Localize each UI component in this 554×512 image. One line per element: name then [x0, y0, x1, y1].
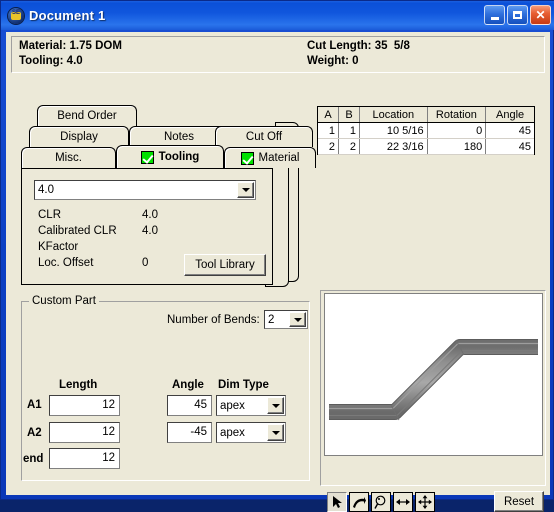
tool-library-button[interactable]: Tool Library	[184, 254, 266, 276]
dim-type-select-a2[interactable]: apex	[216, 422, 286, 443]
number-of-bends-label: Number of Bends:	[167, 314, 260, 326]
minimize-button[interactable]	[484, 5, 505, 25]
application-window: Document 1 ✕ Material: 1.75 DOM Tooling:…	[0, 0, 554, 512]
custom-part-legend: Custom Part	[29, 295, 99, 307]
client-area: Material: 1.75 DOM Tooling: 4.0 Cut Leng…	[6, 32, 550, 512]
cell-angle[interactable]: 45	[485, 138, 534, 155]
table-header-row: A B Location Rotation Angle	[318, 107, 534, 123]
tool-select[interactable]: 4.0	[34, 180, 256, 200]
length-input-a2[interactable]: 12	[49, 422, 120, 443]
col-header-b[interactable]: B	[338, 107, 360, 123]
fit-width-icon[interactable]	[393, 492, 413, 512]
row-label-a1: A1	[27, 399, 42, 411]
row-label-a2: A2	[27, 427, 42, 439]
bend-grid[interactable]: A B Location Rotation Angle 1 1 10 5/16 …	[317, 106, 535, 155]
material-label: Material: 1.75 DOM	[19, 40, 122, 52]
table-row[interactable]: 1 1 10 5/16 0 45	[318, 122, 534, 139]
check-icon	[240, 151, 254, 165]
tool-select-value: 4.0	[38, 184, 54, 196]
close-button[interactable]: ✕	[530, 5, 551, 25]
chevron-down-icon[interactable]	[289, 312, 306, 327]
bend-table: A B Location Rotation Angle 1 1 10 5/16 …	[318, 107, 534, 155]
tooling-label: Tooling: 4.0	[19, 55, 83, 67]
tab-label: Cut Off	[245, 131, 283, 143]
cut-length-label: Cut Length: 35 5/8	[307, 40, 410, 52]
tab-label: Misc.	[55, 152, 82, 164]
col-header-rotation[interactable]: Rotation	[427, 107, 487, 123]
tab-label: Bend Order	[57, 110, 117, 122]
cell-angle[interactable]: 45	[485, 122, 534, 139]
pan-move-icon[interactable]	[415, 492, 435, 512]
cell-a[interactable]: 2	[318, 138, 339, 155]
title-bar: Document 1 ✕	[1, 1, 554, 30]
dim-type-value-a2: apex	[220, 426, 245, 439]
zoom-magnifier-icon[interactable]	[371, 492, 391, 512]
length-column-header: Length	[59, 379, 98, 391]
chevron-down-icon[interactable]	[267, 424, 284, 441]
row-label-end: end	[23, 453, 44, 465]
loc-offset-value: 0	[142, 257, 149, 269]
number-of-bends-select[interactable]: 2	[264, 310, 308, 329]
part-drawing	[329, 339, 538, 421]
window-buttons: ✕	[484, 5, 551, 25]
tab-cut-off[interactable]: Cut Off	[215, 126, 313, 147]
tab-label: Display	[60, 131, 98, 143]
app-icon	[8, 7, 24, 24]
maximize-button[interactable]	[507, 5, 528, 25]
rotate-icon[interactable]	[349, 492, 369, 512]
tab-bend-order[interactable]: Bend Order	[37, 105, 137, 126]
weight-label: Weight: 0	[307, 55, 359, 67]
check-icon	[140, 150, 154, 164]
summary-panel: Material: 1.75 DOM Tooling: 4.0 Cut Leng…	[11, 36, 545, 73]
dim-type-value-a1: apex	[220, 399, 245, 412]
tab-display[interactable]: Display	[29, 126, 129, 147]
part-preview-canvas[interactable]	[324, 293, 543, 456]
tab-label: Tooling	[158, 151, 200, 163]
length-input-end[interactable]: 12	[49, 448, 120, 469]
cell-rotation[interactable]: 180	[427, 138, 487, 155]
clr-value: 4.0	[142, 209, 158, 221]
cell-rotation[interactable]: 0	[427, 122, 487, 139]
reset-button[interactable]: Reset	[494, 491, 544, 512]
cell-location[interactable]: 10 5/16	[359, 122, 428, 139]
tab-material[interactable]: Material	[224, 147, 316, 168]
select-arrow-icon[interactable]	[327, 492, 347, 512]
table-row[interactable]: 2 2 22 3/16 180 45	[318, 138, 534, 155]
loc-offset-label: Loc. Offset	[38, 257, 94, 269]
tooling-panel: 4.0 CLR 4.0 Calibrated CLR 4.0 KFactor L…	[21, 168, 273, 285]
tab-misc[interactable]: Misc.	[21, 147, 116, 168]
col-header-a[interactable]: A	[318, 107, 339, 123]
dim-type-column-header: Dim Type	[218, 379, 269, 391]
number-of-bends-value: 2	[268, 313, 275, 326]
chevron-down-icon[interactable]	[237, 182, 254, 198]
calibrated-clr-value: 4.0	[142, 225, 158, 237]
tab-label: Material	[258, 152, 300, 164]
angle-input-a1[interactable]: 45	[167, 395, 212, 416]
clr-label: CLR	[38, 209, 62, 221]
window-title: Document 1	[29, 8, 106, 23]
tube-path	[329, 339, 538, 421]
cell-b[interactable]: 2	[338, 138, 360, 155]
cell-a[interactable]: 1	[318, 122, 339, 139]
tab-label: Notes	[163, 131, 195, 143]
cell-b[interactable]: 1	[338, 122, 360, 139]
chevron-down-icon[interactable]	[267, 397, 284, 414]
preview-toolbar	[327, 492, 435, 512]
tab-tooling[interactable]: Tooling	[116, 145, 224, 168]
tab-notes[interactable]: Notes	[129, 126, 229, 147]
kfactor-label: KFactor	[38, 241, 79, 253]
col-header-angle[interactable]: Angle	[485, 107, 534, 123]
length-input-a1[interactable]: 12	[49, 395, 120, 416]
angle-input-a2[interactable]: -45	[167, 422, 212, 443]
angle-column-header: Angle	[172, 379, 204, 391]
col-header-location[interactable]: Location	[359, 107, 428, 123]
cell-location[interactable]: 22 3/16	[359, 138, 428, 155]
calibrated-clr-label: Calibrated CLR	[38, 225, 117, 237]
dim-type-select-a1[interactable]: apex	[216, 395, 286, 416]
